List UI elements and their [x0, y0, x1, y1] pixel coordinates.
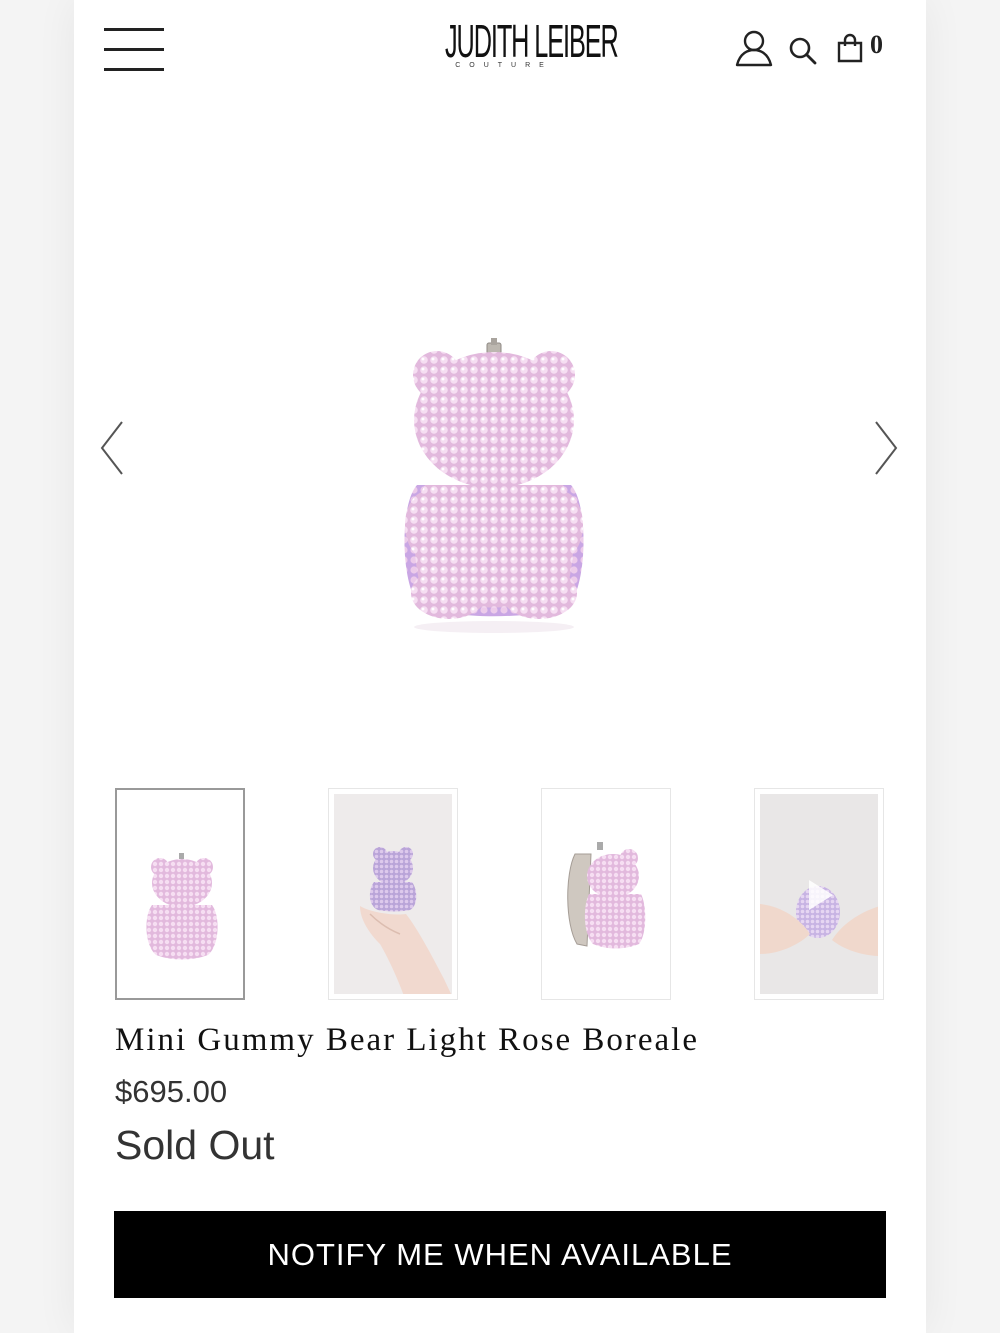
product-page: JUDITH LEIBER COUTURE 0 Mini Gummy Bear …: [74, 0, 926, 1333]
thumbnail-3[interactable]: [541, 788, 671, 1000]
menu-icon[interactable]: [104, 28, 164, 72]
account-icon[interactable]: [734, 28, 774, 68]
thumbnail-image-bear-front: [146, 853, 218, 960]
product-main-image[interactable]: [389, 335, 599, 635]
thumbnail-2[interactable]: [328, 788, 458, 1000]
thumbnail-1[interactable]: [115, 788, 245, 1000]
cart-count[interactable]: 0: [870, 30, 883, 60]
product-title: Mini Gummy Bear Light Rose Boreale: [115, 1022, 699, 1058]
stock-status: Sold Out: [115, 1122, 275, 1168]
chevron-right-icon[interactable]: [870, 420, 900, 476]
brand-logo[interactable]: JUDITH LEIBER COUTURE: [400, 15, 619, 69]
thumbnail-image-bear-in-hand: [334, 794, 452, 994]
search-icon[interactable]: [788, 36, 818, 66]
thumbnail-image-bear-open: [567, 842, 646, 949]
play-icon[interactable]: [805, 878, 835, 912]
thumbnail-4-video[interactable]: [754, 788, 884, 1000]
chevron-left-icon[interactable]: [98, 420, 128, 476]
logo-wordmark: JUDITH LEIBER: [445, 15, 619, 67]
product-price: $695.00: [115, 1074, 228, 1109]
shopping-bag-icon[interactable]: [836, 33, 864, 63]
notify-me-button[interactable]: NOTIFY ME WHEN AVAILABLE: [114, 1211, 886, 1298]
